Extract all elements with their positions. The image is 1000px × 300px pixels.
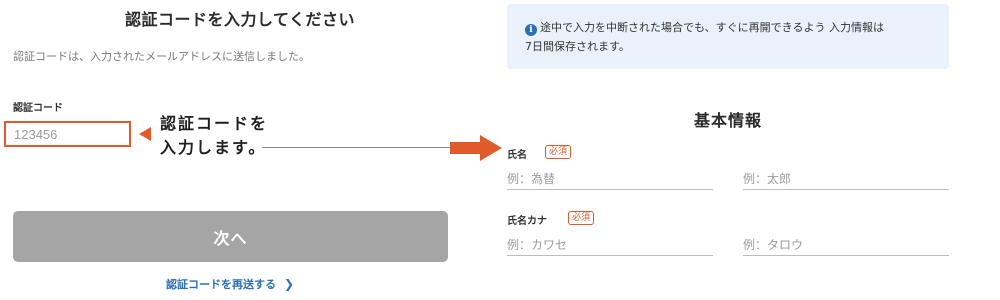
basic-info-title: 基本情報 bbox=[694, 111, 763, 130]
verification-code-input[interactable] bbox=[4, 121, 131, 147]
notice-text-2: 7日間保存されます。 bbox=[525, 40, 630, 53]
resend-code-label: 認証コードを再送する bbox=[166, 278, 276, 291]
next-button[interactable]: 次へ bbox=[13, 211, 448, 262]
last-name-kana-input[interactable] bbox=[507, 234, 713, 256]
triangle-arrow-left-icon bbox=[139, 127, 151, 141]
callout-line-1: 認証コードを bbox=[160, 114, 269, 133]
required-badge: 必須 bbox=[545, 145, 572, 159]
callout-connector-line bbox=[262, 147, 450, 148]
notice-text: 途中で入力を中断された場合でも、すぐに再開できるよう 入力情報は bbox=[540, 21, 884, 34]
callout-annotation: 認証コードを 入力します。 bbox=[160, 112, 268, 160]
save-notice: i 途中で入力を中断された場合でも、すぐに再開できるよう 入力情報は 7日間保存さ… bbox=[507, 4, 949, 69]
name-label: 氏名 bbox=[507, 150, 527, 161]
last-name-input[interactable] bbox=[507, 168, 713, 190]
verification-description: 認証コードは、入力されたメールアドレスに送信しました。 bbox=[13, 50, 310, 63]
code-field-label: 認証コード bbox=[13, 103, 63, 114]
verification-title: 認証コードを入力してください bbox=[125, 10, 356, 29]
first-name-kana-input[interactable] bbox=[743, 234, 949, 256]
block-arrow-right-icon bbox=[450, 135, 502, 161]
callout-line-2: 入力します。 bbox=[160, 138, 267, 157]
info-icon: i bbox=[525, 24, 537, 36]
required-badge: 必須 bbox=[568, 211, 595, 225]
chevron-right-icon: ❯ bbox=[284, 277, 295, 291]
kana-label: 氏名カナ bbox=[507, 216, 547, 227]
first-name-input[interactable] bbox=[743, 168, 949, 190]
resend-code-link[interactable]: 認証コードを再送する ❯ bbox=[166, 276, 294, 292]
